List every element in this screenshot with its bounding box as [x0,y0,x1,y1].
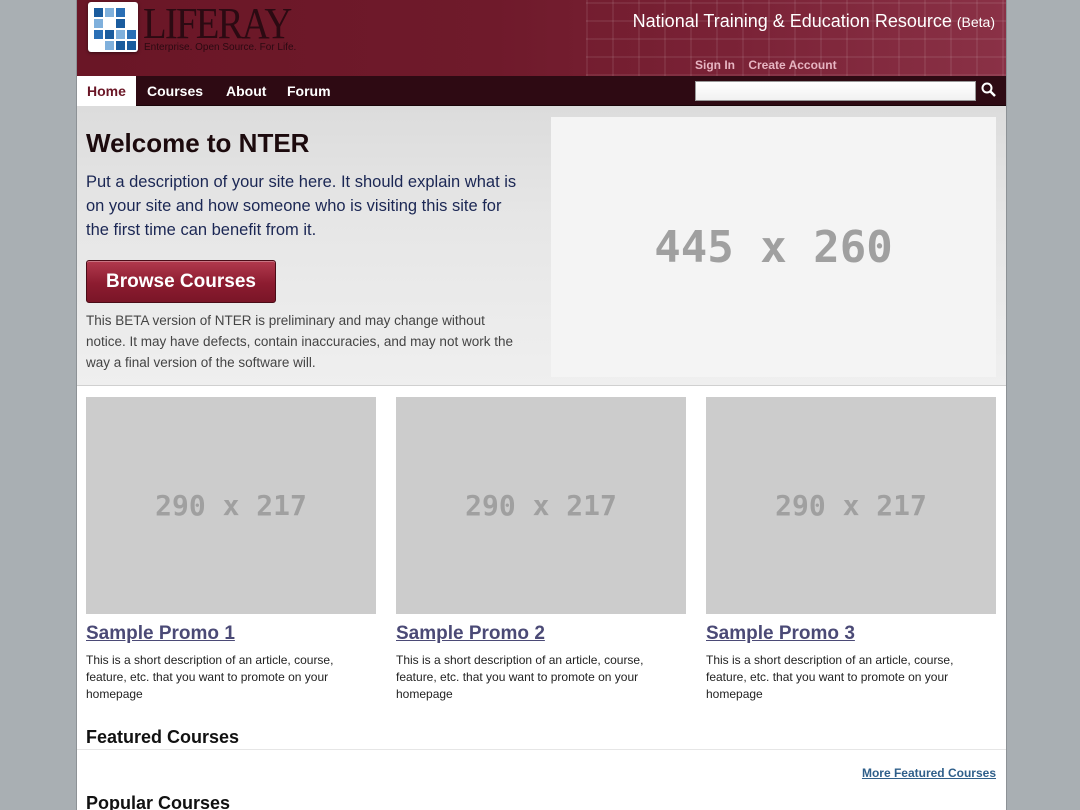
nav-item-home[interactable]: Home [77,76,136,106]
nav-item-forum[interactable]: Forum [277,76,341,106]
hero-placeholder-label: 445 x 260 [654,221,893,273]
promo-title-link[interactable]: Sample Promo 3 [706,622,996,646]
site-title: National Training & Education Resource (… [633,11,995,32]
promo-placeholder-label: 290 x 217 [465,489,617,522]
promo-description: This is a short description of an articl… [86,653,334,701]
beta-notice: This BETA version of NTER is preliminary… [86,313,513,370]
logo-wordmark: LIFERAY [143,0,292,48]
hero-image-placeholder: 445 x 260 [551,117,996,377]
hero-title: Welcome to NTER [86,128,310,158]
nav-item-about[interactable]: About [216,76,276,106]
hero-section: Welcome to NTER Put a description of you… [77,106,1006,386]
logo-tagline: Enterprise. Open Source. For Life. [144,42,297,53]
liferay-logo-icon[interactable] [88,2,138,52]
nav-item-courses[interactable]: Courses [137,76,213,106]
promo-title-link[interactable]: Sample Promo 2 [396,622,686,646]
site-title-beta: (Beta) [956,14,995,30]
user-links: Sign In Create Account [695,58,847,72]
promo-card: 290 x 217 Sample Promo 2 This is a short… [396,397,686,703]
promo-image-placeholder[interactable]: 290 x 217 [86,397,376,614]
section-divider [77,749,1006,750]
promo-card: 290 x 217 Sample Promo 3 This is a short… [706,397,996,703]
site-header: LIFERAY Enterprise. Open Source. For Lif… [77,0,1006,76]
promo-title-link[interactable]: Sample Promo 1 [86,622,376,646]
popular-courses-heading: Popular Courses [86,793,231,810]
site-title-text: National Training & Education Resource [632,11,952,31]
create-account-link[interactable]: Create Account [748,58,836,72]
promo-description: This is a short description of an articl… [706,653,954,701]
promo-image-placeholder[interactable]: 290 x 217 [396,397,686,614]
search-input[interactable] [695,81,976,101]
browse-courses-button[interactable]: Browse Courses [86,260,276,303]
promo-description: This is a short description of an articl… [396,653,644,701]
promo-placeholder-label: 290 x 217 [155,489,307,522]
main-navigation: Home Courses About Forum [77,76,1006,106]
sign-in-link[interactable]: Sign In [695,58,735,72]
promo-image-placeholder[interactable]: 290 x 217 [706,397,996,614]
more-featured-courses-link[interactable]: More Featured Courses [862,766,996,780]
page-container: LIFERAY Enterprise. Open Source. For Lif… [76,0,1007,810]
featured-courses-heading: Featured Courses [86,727,240,747]
promo-card: 290 x 217 Sample Promo 1 This is a short… [86,397,376,703]
hero-description: Put a description of your site here. It … [86,173,517,239]
promo-placeholder-label: 290 x 217 [775,489,927,522]
search-icon[interactable] [980,81,998,99]
